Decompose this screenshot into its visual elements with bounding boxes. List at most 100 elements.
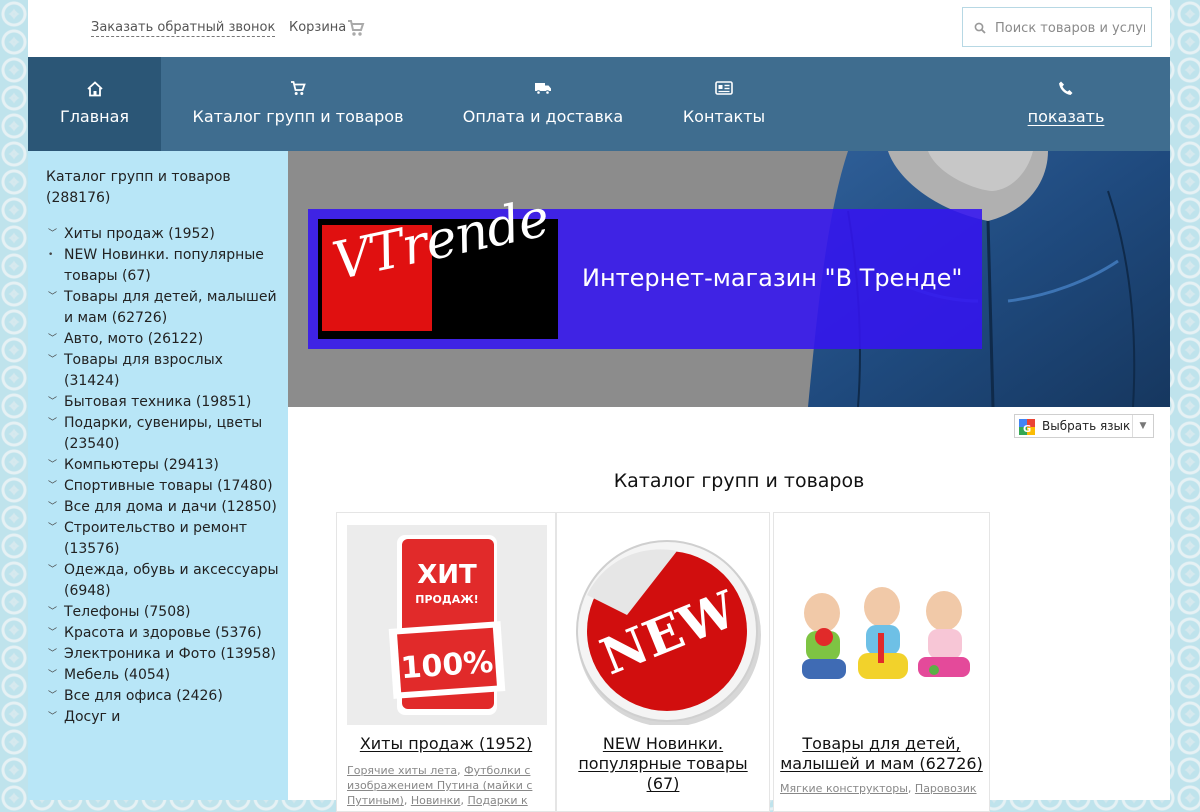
sidebar-category-label: Строительство и ремонт (13576) bbox=[64, 520, 248, 557]
sidebar-category-label: Товары для взрослых (31424) bbox=[64, 352, 223, 389]
nav-home[interactable]: Главная bbox=[28, 57, 161, 151]
card-tag-link[interactable]: Новинки bbox=[411, 794, 461, 807]
chevron-down-icon: ﹀ bbox=[48, 712, 58, 722]
chevron-down-icon: ﹀ bbox=[48, 292, 58, 302]
main-nav: Главная Каталог групп и товаров Оплата и… bbox=[28, 57, 1170, 151]
sidebar-category-item[interactable]: • NEW Новинки. популярные товары (67) bbox=[46, 245, 282, 287]
sidebar-category-item[interactable]: ﹀ Все для дома и дачи (12850) bbox=[46, 497, 282, 518]
chevron-down-icon: ﹀ bbox=[48, 418, 58, 428]
sidebar-category-label: Подарки, сувениры, цветы (23540) bbox=[64, 415, 263, 452]
search-input[interactable] bbox=[995, 18, 1145, 38]
sidebar-category-label: Спортивные товары (17480) bbox=[64, 478, 273, 494]
cart-label: Корзина bbox=[289, 20, 347, 35]
card-tag-link[interactable]: Подарки к bbox=[467, 794, 527, 807]
nav-phone-label: показать bbox=[1027, 107, 1105, 126]
nav-delivery-label: Оплата и доставка bbox=[462, 107, 624, 126]
sidebar-category-label: Все для дома и дачи (12850) bbox=[64, 499, 277, 515]
vtrende-logo[interactable]: VTrende bbox=[318, 188, 558, 339]
sidebar-category-item[interactable]: ﹀ Хиты продаж (1952) bbox=[46, 224, 282, 245]
sidebar-title[interactable]: Каталог групп и товаров (288176) bbox=[46, 167, 246, 209]
card-tag-link[interactable]: Паровозик bbox=[915, 782, 977, 795]
sidebar-category-item[interactable]: ﹀ Бытовая техника (19851) bbox=[46, 392, 282, 413]
chevron-down-icon: ﹀ bbox=[48, 670, 58, 680]
phone-icon bbox=[1059, 81, 1073, 95]
search-icon bbox=[974, 22, 986, 34]
category-list: ﹀ Хиты продаж (1952) • NEW Новинки. популяр… bbox=[46, 224, 282, 728]
chevron-down-icon: ﹀ bbox=[48, 397, 58, 407]
sidebar-category-label: Досуг и bbox=[64, 709, 121, 725]
chevron-down-icon: ﹀ bbox=[48, 691, 58, 701]
category-card-hits[interactable]: ХИТ ПРОДАЖ! 100% Хиты продаж (1952) Горя… bbox=[336, 512, 556, 812]
chevron-down-icon: ﹀ bbox=[48, 229, 58, 239]
page: Заказать обратный звонок Корзина Поиск т… bbox=[28, 0, 1170, 812]
cart-icon bbox=[348, 20, 365, 36]
sidebar-category-item[interactable]: ﹀ Красота и здоровье (5376) bbox=[46, 623, 282, 644]
language-selector[interactable]: G Выбрать язык ▼ bbox=[1014, 414, 1154, 438]
google-translate-icon: G bbox=[1019, 419, 1035, 435]
sidebar-category-label: Электроника и Фото (13958) bbox=[64, 646, 276, 662]
sidebar-category-item[interactable]: ﹀ Электроника и Фото (13958) bbox=[46, 644, 282, 665]
category-card-new[interactable]: NEW NEW Новинки. популярные товары (67) bbox=[556, 512, 770, 812]
card-tags-kids: Мягкие конструкторы, Паровозик bbox=[780, 781, 984, 796]
card-title-hits[interactable]: Хиты продаж (1952) bbox=[341, 734, 551, 754]
chevron-down-icon: ﹀ bbox=[48, 502, 58, 512]
category-card-kids[interactable]: Товары для детей, малышей и мам (62726) … bbox=[773, 512, 990, 812]
sidebar-category-label: Красота и здоровье (5376) bbox=[64, 625, 262, 641]
sidebar-category-label: NEW Новинки. популярные товары (67) bbox=[64, 247, 264, 284]
chevron-down-icon: ﹀ bbox=[48, 628, 58, 638]
sidebar-category-label: Мебель (4054) bbox=[64, 667, 171, 683]
svg-text:G: G bbox=[1023, 424, 1031, 435]
bullet-icon: • bbox=[48, 250, 54, 260]
hits-image-text-top: ХИТ bbox=[417, 560, 477, 590]
sidebar-category-item[interactable]: ﹀ Досуг и bbox=[46, 707, 282, 728]
top-bar: Заказать обратный звонок Корзина bbox=[28, 0, 1170, 57]
catalog-sidebar: Каталог групп и товаров (288176) ﹀ Хиты п… bbox=[28, 151, 288, 800]
sidebar-category-item[interactable]: ﹀ Авто, мото (26122) bbox=[46, 329, 282, 350]
banner-title: Интернет-магазин "В Тренде" bbox=[582, 264, 963, 292]
card-tag-separator: , bbox=[403, 794, 411, 807]
language-label: Выбрать язык bbox=[1042, 419, 1131, 433]
sidebar-category-label: Одежда, обувь и аксессуары (6948) bbox=[64, 562, 279, 599]
sidebar-category-item[interactable]: ﹀ Подарки, сувениры, цветы (23540) bbox=[46, 413, 282, 455]
hits-image-text-sub: ПРОДАЖ! bbox=[415, 593, 478, 606]
kids-image[interactable] bbox=[784, 525, 984, 725]
sidebar-category-item[interactable]: ﹀ Компьютеры (29413) bbox=[46, 455, 282, 476]
hits-image[interactable]: ХИТ ПРОДАЖ! 100% bbox=[347, 525, 547, 725]
new-image[interactable]: NEW bbox=[567, 525, 767, 727]
nav-contacts[interactable]: Контакты bbox=[651, 57, 797, 151]
chevron-down-icon: ﹀ bbox=[48, 607, 58, 617]
sidebar-category-label: Все для офиса (2426) bbox=[64, 688, 223, 704]
chevron-down-icon: ﹀ bbox=[48, 355, 58, 365]
sidebar-category-label: Телефоны (7508) bbox=[64, 604, 191, 620]
sidebar-category-item[interactable]: ﹀ Одежда, обувь и аксессуары (6948) bbox=[46, 560, 282, 602]
card-tag-separator: , bbox=[907, 782, 915, 795]
card-tag-link[interactable]: Горячие хиты лета bbox=[347, 764, 457, 777]
card-title-new[interactable]: NEW Новинки. популярные товары (67) bbox=[577, 734, 749, 794]
sidebar-category-item[interactable]: ﹀ Товары для взрослых (31424) bbox=[46, 350, 282, 392]
sidebar-category-item[interactable]: ﹀ Товары для детей, малышей и мам (62726) bbox=[46, 287, 282, 329]
sidebar-category-item[interactable]: ﹀ Мебель (4054) bbox=[46, 665, 282, 686]
card-title-kids[interactable]: Товары для детей, малышей и мам (62726) bbox=[778, 734, 985, 774]
sidebar-category-item[interactable]: ﹀ Спортивные товары (17480) bbox=[46, 476, 282, 497]
catalog-heading: Каталог групп и товаров bbox=[613, 470, 865, 492]
callback-link[interactable]: Заказать обратный звонок bbox=[91, 19, 276, 37]
truck-icon bbox=[535, 83, 551, 95]
nav-delivery[interactable]: Оплата и доставка bbox=[435, 57, 651, 151]
nav-phone[interactable]: показать bbox=[1012, 57, 1120, 151]
nav-catalog[interactable]: Каталог групп и товаров bbox=[161, 57, 435, 151]
nav-catalog-label: Каталог групп и товаров bbox=[192, 107, 404, 126]
card-tags-hits: Горячие хиты лета, Футболки с изображени… bbox=[347, 763, 533, 808]
card-tag-link[interactable]: Мягкие конструкторы bbox=[780, 782, 908, 795]
chevron-down-icon: ﹀ bbox=[48, 649, 58, 659]
hits-image-text-pct: 100% bbox=[400, 645, 495, 686]
search-box bbox=[962, 7, 1152, 47]
sidebar-category-item[interactable]: ﹀ Телефоны (7508) bbox=[46, 602, 282, 623]
home-icon bbox=[86, 81, 103, 97]
sidebar-category-item[interactable]: ﹀ Все для офиса (2426) bbox=[46, 686, 282, 707]
sidebar-category-label: Хиты продаж (1952) bbox=[64, 226, 215, 242]
hero-banner: VTrende Интернет-магазин "В Тренде" bbox=[288, 151, 1170, 407]
chevron-down-icon: ﹀ bbox=[48, 460, 58, 470]
cart-link[interactable]: Корзина bbox=[289, 19, 365, 36]
banner-panel: VTrende Интернет-магазин "В Тренде" bbox=[308, 188, 982, 349]
sidebar-category-item[interactable]: ﹀ Строительство и ремонт (13576) bbox=[46, 518, 282, 560]
